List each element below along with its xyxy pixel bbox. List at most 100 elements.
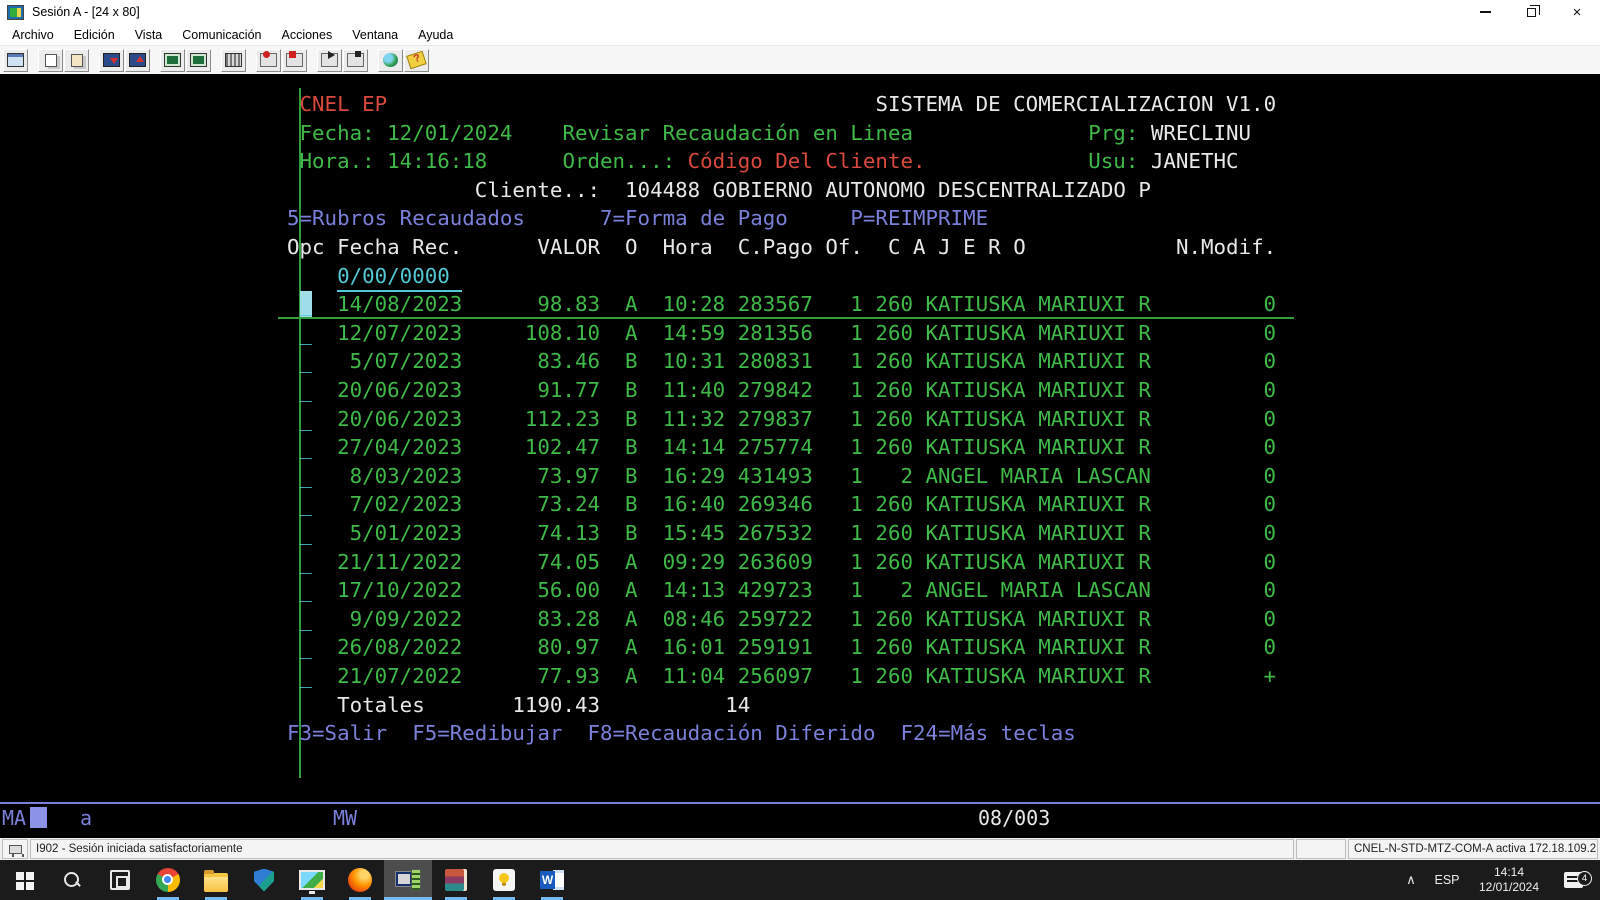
session-window-icon bbox=[7, 53, 24, 67]
row-nmodif: 0 bbox=[1151, 347, 1276, 376]
row-caja: 260 bbox=[863, 605, 913, 634]
receive-file-button[interactable] bbox=[125, 49, 150, 72]
opc-input-field[interactable]: _ bbox=[300, 633, 313, 662]
row-valor: 56.00 bbox=[462, 576, 600, 605]
opc-input-field[interactable]: _ bbox=[300, 462, 313, 491]
row-cajero: KATIUSKA MARIUXI R bbox=[926, 490, 1151, 519]
paste-icon bbox=[71, 54, 83, 67]
receive-file-icon bbox=[129, 53, 146, 67]
window-titlebar[interactable]: Sesión A - [24 x 80] × bbox=[0, 0, 1600, 24]
close-button[interactable]: × bbox=[1554, 0, 1600, 24]
opc-input-field[interactable]: _ bbox=[300, 319, 313, 348]
restore-button[interactable] bbox=[1508, 0, 1554, 24]
row-caja: 260 bbox=[863, 433, 913, 462]
row-oficina: 1 bbox=[813, 605, 863, 634]
oia-shift-indicator: a bbox=[80, 806, 92, 830]
taskbar-firefox-button[interactable] bbox=[336, 860, 384, 900]
opc-input-field[interactable]: _ bbox=[300, 490, 313, 519]
send-file-button[interactable] bbox=[99, 49, 124, 72]
tray-time: 14:14 bbox=[1468, 865, 1550, 880]
row-cajero: KATIUSKA MARIUXI R bbox=[926, 405, 1151, 434]
menu-item-ventana[interactable]: Ventana bbox=[342, 24, 408, 46]
taskbar-word-button[interactable] bbox=[528, 860, 576, 900]
menu-item-ayuda[interactable]: Ayuda bbox=[408, 24, 463, 46]
row-hora: 09:29 bbox=[663, 548, 726, 577]
row-oficina: 1 bbox=[813, 433, 863, 462]
row-hora: 14:13 bbox=[663, 576, 726, 605]
minimize-button[interactable] bbox=[1462, 0, 1508, 24]
terminal-text: Cliente..: bbox=[475, 176, 600, 205]
terminal-text: Revisar Recaudación en Linea bbox=[562, 119, 913, 148]
oia-cursor-position: 08/003 bbox=[978, 806, 1050, 830]
language-indicator[interactable]: ESP bbox=[1426, 873, 1468, 887]
taskbar-start-button[interactable] bbox=[0, 860, 48, 900]
play-macro-button[interactable] bbox=[317, 49, 342, 72]
taskbar-chrome-button[interactable] bbox=[144, 860, 192, 900]
stop-record-button[interactable] bbox=[282, 49, 307, 72]
opc-input-field[interactable]: _ bbox=[300, 376, 313, 405]
color-map-button[interactable] bbox=[160, 49, 185, 72]
web-browser-button[interactable] bbox=[378, 49, 403, 72]
row-o: A bbox=[625, 633, 638, 662]
taskbar-task-view-button[interactable] bbox=[96, 860, 144, 900]
taskbar-windows-security-button[interactable] bbox=[240, 860, 288, 900]
row-hora: 08:46 bbox=[663, 605, 726, 634]
hidden-icons-chevron[interactable]: ∧ bbox=[1396, 872, 1426, 888]
taskbar-photos-button[interactable] bbox=[288, 860, 336, 900]
taskbar-lightshot-button[interactable] bbox=[480, 860, 528, 900]
menu-item-acciones[interactable]: Acciones bbox=[271, 24, 342, 46]
stop-macro-button[interactable] bbox=[343, 49, 368, 72]
opc-input-field[interactable]: _ bbox=[300, 405, 313, 434]
row-caja: 2 bbox=[863, 576, 913, 605]
row-hora: 11:04 bbox=[663, 662, 726, 691]
row-valor: 80.97 bbox=[462, 633, 600, 662]
row-hora: 16:01 bbox=[663, 633, 726, 662]
terminal-text: Orden...: bbox=[562, 147, 675, 176]
opc-input-field[interactable]: _ bbox=[300, 519, 313, 548]
opc-input-field[interactable]: _ bbox=[300, 347, 313, 376]
row-cajero: KATIUSKA MARIUXI R bbox=[926, 376, 1151, 405]
keyboard-setup-button[interactable] bbox=[221, 49, 246, 72]
terminal-area[interactable]: CNEL EPSISTEMA DE COMERCIALIZACION V1.0F… bbox=[0, 74, 1600, 838]
menu-item-edicion[interactable]: Edición bbox=[64, 24, 125, 46]
opc-input-field[interactable]: _ bbox=[300, 433, 313, 462]
opc-input-field[interactable]: _ bbox=[300, 548, 313, 577]
photos-icon bbox=[299, 870, 325, 890]
opc-input-field[interactable]: _ bbox=[300, 576, 313, 605]
opc-input-field[interactable]: _ bbox=[300, 290, 313, 319]
row-oficina: 1 bbox=[813, 548, 863, 577]
display-setup-button[interactable] bbox=[186, 49, 211, 72]
row-caja: 260 bbox=[863, 633, 913, 662]
row-fecha: 21/07/2022 bbox=[337, 662, 462, 691]
taskbar-file-explorer-button[interactable] bbox=[192, 860, 240, 900]
date-entry-field[interactable]: 0/00/0000 bbox=[337, 262, 462, 293]
row-cpago: 259722 bbox=[738, 605, 813, 634]
copy-button[interactable] bbox=[38, 49, 63, 72]
function-keys-line: F3=Salir F5=Redibujar F8=Recaudación Dif… bbox=[287, 719, 1076, 748]
record-macro-button[interactable] bbox=[256, 49, 281, 72]
row-cajero: KATIUSKA MARIUXI R bbox=[926, 290, 1151, 319]
row-cajero: KATIUSKA MARIUXI R bbox=[926, 662, 1151, 691]
stop-record-icon bbox=[286, 53, 303, 67]
opc-input-field[interactable]: _ bbox=[300, 662, 313, 691]
notification-center-button[interactable]: 4 bbox=[1550, 872, 1596, 888]
row-cpago: 429723 bbox=[738, 576, 813, 605]
paste-button[interactable] bbox=[64, 49, 89, 72]
row-cajero: KATIUSKA MARIUXI R bbox=[926, 519, 1151, 548]
taskbar-search-button[interactable] bbox=[48, 860, 96, 900]
menu-item-archivo[interactable]: Archivo bbox=[2, 24, 64, 46]
opc-input-field[interactable]: _ bbox=[300, 605, 313, 634]
terminal-text: 7=Forma de Pago bbox=[600, 204, 788, 233]
menu-item-comunicacion[interactable]: Comunicación bbox=[172, 24, 271, 46]
row-caja: 260 bbox=[863, 290, 913, 319]
start-icon bbox=[14, 870, 34, 890]
row-cpago: 431493 bbox=[738, 462, 813, 491]
row-fecha: 20/06/2023 bbox=[337, 376, 462, 405]
taskbar-winrar-button[interactable] bbox=[432, 860, 480, 900]
help-index-button[interactable] bbox=[404, 49, 429, 72]
clock[interactable]: 14:14 12/01/2024 bbox=[1468, 865, 1550, 895]
taskbar-pcomm-button[interactable] bbox=[384, 860, 432, 900]
new-session-button[interactable] bbox=[3, 49, 28, 72]
menu-item-vista[interactable]: Vista bbox=[125, 24, 173, 46]
row-nmodif: 0 bbox=[1151, 633, 1276, 662]
